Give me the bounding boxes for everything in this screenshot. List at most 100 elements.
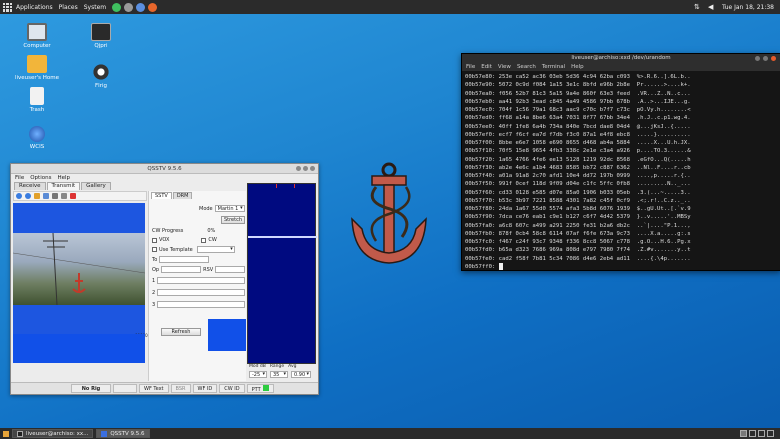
transmit-settings-panel: SSTV DRM Mode Martin 1 Stretch CW Progre… [148, 191, 246, 381]
menu-help[interactable]: Help [571, 63, 584, 71]
desktop-icon-label: Computer [23, 43, 51, 49]
text-field-2[interactable] [157, 289, 246, 296]
volume-icon[interactable]: ◀ [708, 3, 716, 11]
terminal-output[interactable]: 00b57e80: 253e ca52 ac36 03eb 5d36 4c94 … [462, 71, 780, 273]
menu-view[interactable]: View [498, 63, 511, 71]
launcher-icon[interactable] [112, 2, 122, 12]
camera-icon[interactable] [52, 193, 58, 199]
tab-drm[interactable]: DRM [172, 192, 193, 199]
edit-icon[interactable] [43, 193, 49, 199]
workspace-3[interactable] [758, 430, 765, 437]
field-3-row: 3 [152, 301, 246, 308]
settings-icon[interactable] [61, 193, 67, 199]
desktop-icon-computer[interactable]: Computer [12, 23, 62, 49]
desktop-icon-label: WCIS [29, 144, 45, 150]
computer-icon [27, 23, 47, 41]
transmit-image-preview[interactable] [13, 203, 145, 334]
system-tray: ⇅ ◀ Tue Jan 18, 21:38 [694, 0, 774, 14]
image-preview-lower [13, 334, 145, 363]
open-icon[interactable] [34, 193, 40, 199]
wf-text-button[interactable]: WF Text [139, 384, 169, 393]
to-field[interactable] [159, 256, 210, 263]
text-field-3[interactable] [157, 301, 246, 308]
menu-file[interactable]: File [15, 174, 24, 182]
wf-id-button[interactable]: WF ID [192, 384, 218, 393]
minimize-icon[interactable] [296, 166, 301, 171]
taskbar-item-qsstv[interactable]: QSSTV 9.5.6 [96, 429, 150, 438]
antenna-photo [13, 232, 145, 306]
workspace-1[interactable] [740, 430, 747, 437]
status-dropdown[interactable] [113, 384, 137, 393]
menu-edit[interactable]: Edit [481, 63, 492, 71]
menu-system[interactable]: System [84, 4, 106, 11]
rsv-field[interactable] [215, 266, 246, 273]
launcher-icon[interactable] [136, 2, 146, 12]
template-preview[interactable] [208, 319, 246, 351]
menu-file[interactable]: File [466, 63, 475, 71]
ptt-indicator[interactable]: PTT [246, 384, 274, 393]
close-icon[interactable] [771, 56, 776, 61]
window-titlebar[interactable]: QSSTV 9.5.6 [11, 164, 318, 174]
marker-left [276, 184, 277, 188]
stop-icon[interactable] [70, 193, 76, 199]
desktop-icon-home[interactable]: liveuser's Home [12, 55, 62, 81]
tab-gallery[interactable]: Gallery [81, 182, 111, 190]
tab-receive[interactable]: Receive [14, 182, 46, 190]
applications-grid-icon[interactable] [3, 2, 12, 12]
waterfall-display[interactable] [247, 183, 317, 364]
meter-values: -25 35 0.90 [247, 371, 316, 378]
firefox-icon[interactable] [148, 2, 158, 12]
desktop-icon-wcis[interactable]: WCIS [12, 126, 62, 150]
antenna-tower-icon [13, 232, 145, 306]
taskbar-item-terminal[interactable]: liveuser@archiso: xx... [12, 429, 94, 438]
desktop-icon-label: Qjpri [94, 43, 108, 49]
headset-icon [91, 63, 111, 81]
avg-spin[interactable]: 0.90 [291, 371, 311, 378]
launcher-icon[interactable] [124, 2, 134, 12]
tab-sstv[interactable]: SSTV [151, 192, 172, 199]
terminal-line: 00b57f60: cd33 0128 e585 d07e 85a0 1906 … [465, 189, 691, 196]
meter-panel: Mod dB Range Avg -25 35 0.90 [247, 364, 316, 384]
stretch-button[interactable]: Stretch [221, 216, 245, 224]
bsr-button[interactable]: BSR [170, 384, 191, 393]
range-spin[interactable]: 35 [270, 371, 288, 378]
maximize-icon[interactable] [303, 166, 308, 171]
start-icon[interactable] [16, 193, 22, 199]
menu-terminal[interactable]: Terminal [542, 63, 565, 71]
vox-checkbox[interactable] [152, 237, 157, 243]
top-panel: Applications Places System ⇅ ◀ Tue Jan 1… [0, 0, 780, 14]
minimize-icon[interactable] [755, 56, 760, 61]
taskbar-label: QSSTV 9.5.6 [110, 430, 145, 437]
close-icon[interactable] [310, 166, 315, 171]
desktop-icon-flrig[interactable]: Flrig [76, 63, 126, 89]
maximize-icon[interactable] [763, 56, 768, 61]
network-icon[interactable]: ⇅ [694, 3, 702, 11]
field-2-row: 2 [152, 289, 246, 296]
tune-icon[interactable] [25, 193, 31, 199]
cw-id-button[interactable]: CW ID [219, 384, 245, 393]
desktop-icon-qjpri[interactable]: Qjpri [76, 23, 126, 49]
template-select[interactable] [196, 246, 235, 253]
menu-applications[interactable]: Applications [16, 4, 53, 11]
use-template-checkbox[interactable] [152, 247, 157, 252]
text-field-1[interactable] [157, 277, 246, 284]
menu-places[interactable]: Places [59, 4, 78, 11]
terminal-titlebar[interactable]: liveuser@archiso:xxd /dev/urandom [462, 54, 780, 63]
desktop-icon-trash[interactable]: Trash [12, 87, 62, 113]
refresh-button[interactable]: Refresh [161, 328, 201, 336]
op-field[interactable] [161, 266, 202, 273]
workspace-2[interactable] [749, 430, 756, 437]
show-desktop-icon[interactable] [3, 430, 9, 437]
mode-select[interactable]: Martin 1 [214, 205, 245, 212]
menu-search[interactable]: Search [517, 63, 536, 71]
workspace-switcher[interactable] [740, 430, 776, 437]
menu-help[interactable]: Help [57, 174, 70, 182]
cw-checkbox[interactable] [201, 237, 207, 243]
menu-options[interactable]: Options [30, 174, 51, 182]
mod-db-spin[interactable]: -25 [249, 371, 267, 378]
clock[interactable]: Tue Jan 18, 21:38 [722, 4, 774, 11]
vox-row: VOX CW [152, 237, 217, 243]
workspace-4[interactable] [767, 430, 774, 437]
tab-transmit[interactable]: Transmit [46, 182, 81, 190]
globe-icon [29, 126, 45, 142]
